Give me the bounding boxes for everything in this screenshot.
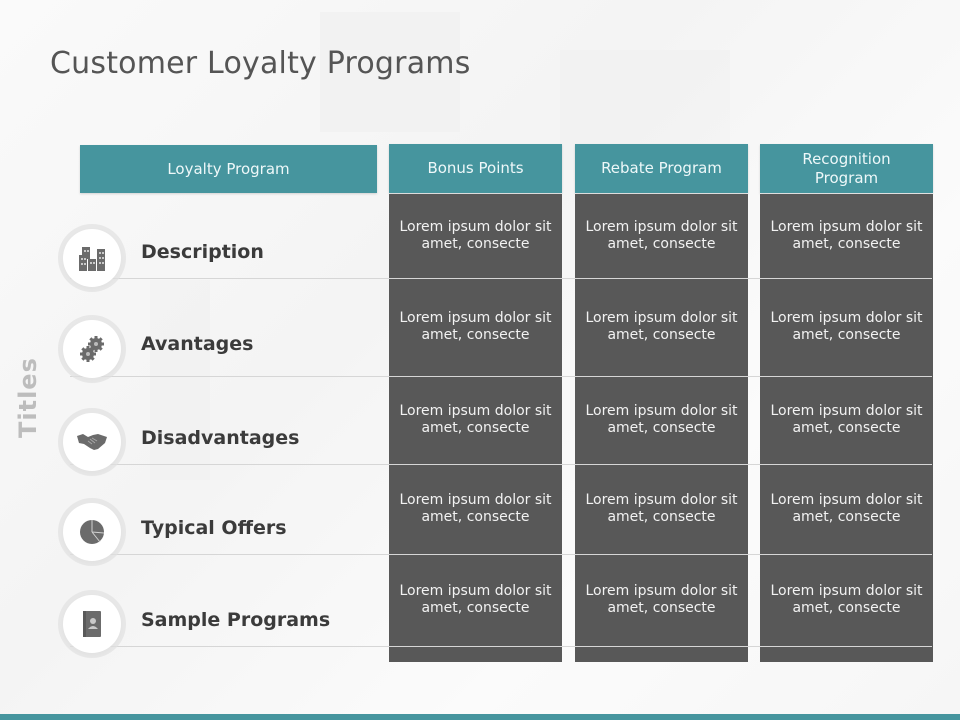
table-cell: Lorem ipsum dolor sit amet, consecte xyxy=(585,310,738,343)
row-divider xyxy=(70,464,932,465)
row-label-description: Description xyxy=(141,241,264,263)
slide-title: Customer Loyalty Programs xyxy=(50,46,471,81)
row-divider xyxy=(70,376,932,377)
row-label-sample-programs: Sample Programs xyxy=(141,609,331,631)
table-cell: Lorem ipsum dolor sit amet, consecte xyxy=(585,583,738,616)
table-cell: Lorem ipsum dolor sit amet, consecte xyxy=(770,403,923,436)
row-label-disadvantages: Disadvantages xyxy=(141,427,300,449)
row-icon-badge xyxy=(63,229,121,287)
table-cell: Lorem ipsum dolor sit amet, consecte xyxy=(399,492,552,525)
header-recognition-program: Recognition Program xyxy=(760,144,933,193)
handshake-icon xyxy=(77,434,107,450)
table-cell: Lorem ipsum dolor sit amet, consecte xyxy=(770,219,923,252)
table-cell: Lorem ipsum dolor sit amet, consecte xyxy=(399,403,552,436)
column-bonus-points: Lorem ipsum dolor sit amet, consecte Lor… xyxy=(389,194,562,662)
pie-chart-icon xyxy=(80,520,105,544)
header-bonus-points: Bonus Points xyxy=(389,144,562,193)
row-label-typical-offers: Typical Offers xyxy=(141,517,287,539)
row-icon-badge xyxy=(63,320,121,378)
table-cell: Lorem ipsum dolor sit amet, consecte xyxy=(399,219,552,252)
row-divider xyxy=(70,278,932,279)
row-icon-badge xyxy=(63,503,121,561)
gears-icon xyxy=(80,336,104,362)
row-divider xyxy=(70,646,932,647)
side-label-titles: Titles xyxy=(14,357,42,438)
table-cell: Lorem ipsum dolor sit amet, consecte xyxy=(399,310,552,343)
table-cell: Lorem ipsum dolor sit amet, consecte xyxy=(585,492,738,525)
table-cell: Lorem ipsum dolor sit amet, consecte xyxy=(770,583,923,616)
table-cell: Lorem ipsum dolor sit amet, consecte xyxy=(770,310,923,343)
bottom-accent-bar xyxy=(0,714,960,720)
column-rebate-program: Lorem ipsum dolor sit amet, consecte Lor… xyxy=(575,194,748,662)
row-icon-badge xyxy=(63,413,121,471)
column-recognition-program: Lorem ipsum dolor sit amet, consecte Lor… xyxy=(760,194,933,662)
header-loyalty-program: Loyalty Program xyxy=(80,145,377,193)
row-divider xyxy=(70,554,932,555)
buildings-icon xyxy=(79,247,105,271)
header-rebate-program: Rebate Program xyxy=(575,144,748,193)
row-label-avantages: Avantages xyxy=(141,333,254,355)
background-shape xyxy=(150,280,210,480)
contact-book-icon xyxy=(83,611,101,637)
table-cell: Lorem ipsum dolor sit amet, consecte xyxy=(585,403,738,436)
row-icon-badge xyxy=(63,595,121,653)
table-cell: Lorem ipsum dolor sit amet, consecte xyxy=(585,219,738,252)
table-cell: Lorem ipsum dolor sit amet, consecte xyxy=(770,492,923,525)
table-cell: Lorem ipsum dolor sit amet, consecte xyxy=(399,583,552,616)
